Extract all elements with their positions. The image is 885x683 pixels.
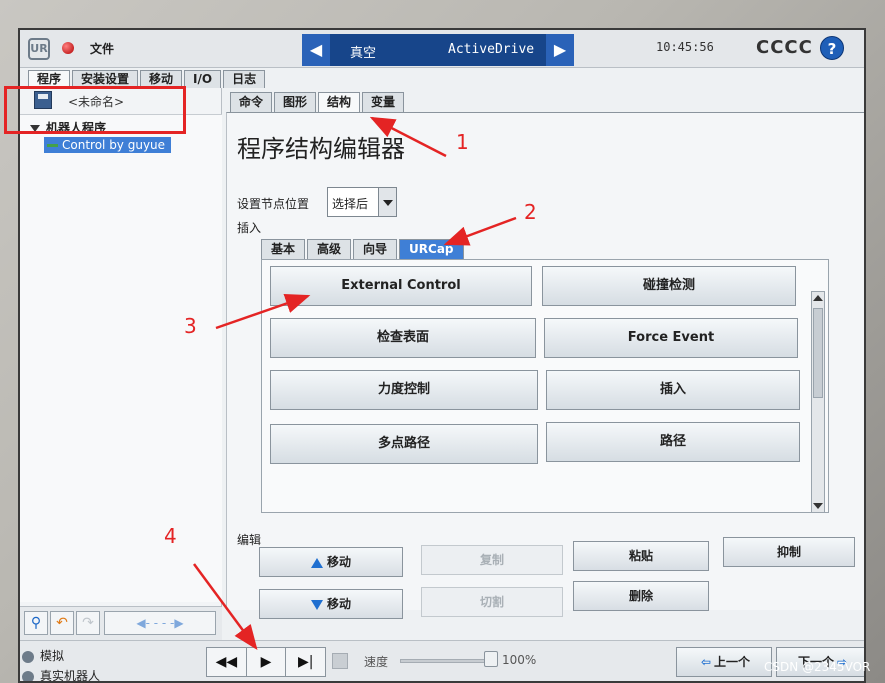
status-real-robot-label: 真实机器人 [40,669,101,683]
move-up-label: 移动 [326,555,351,569]
arrow-left-icon: ⇦ [700,655,712,669]
mode-real-label: 真空 [350,46,377,61]
insert-button[interactable]: 插入 [546,370,800,410]
tab-basic[interactable]: 基本 [261,239,306,259]
help-icon[interactable]: ? [820,36,844,60]
tree-node-label: Control by guyue [62,138,166,152]
move-up-button[interactable]: 移动 [259,547,403,577]
paste-button[interactable]: 粘贴 [573,541,709,571]
watermark: CSDN @2345VOR [764,660,871,674]
undo-icon[interactable]: ↶ [50,611,74,635]
node-position-select[interactable]: 选择后 [327,187,397,217]
move-down-button[interactable]: 移动 [259,589,403,619]
cut-button[interactable]: 切割 [421,587,563,617]
mode-prev-arrow-icon[interactable]: ◀ [302,34,330,66]
tab-graphics[interactable]: 图形 [274,92,317,112]
record-indicator-icon [62,42,74,54]
copy-button[interactable]: 复制 [421,545,563,575]
tab-io[interactable]: I/O [184,70,222,88]
speed-slider-knob[interactable] [484,651,498,667]
tree-node-control[interactable]: Control by guyue [44,137,172,153]
mode-bar: ◀ 真空 ActiveDrive ▶ [302,34,574,66]
file-menu[interactable]: 文件 [90,40,114,57]
tab-advanced[interactable]: 高级 [307,239,352,259]
header-bar: UR 文件 ◀ 真空 ActiveDrive ▶ 10:45:56 CCCC ? [20,30,864,68]
program-tree: 机器人程序 Control by guyue [20,114,222,602]
skip-back-icon[interactable]: ◀◀ [207,648,247,676]
status-simulation-label: 模拟 [40,649,65,663]
real-robot-radio-icon [22,670,34,681]
clock: 10:45:56 [656,40,714,54]
annotation-number-2: 2 [524,200,537,224]
urcap-scrollbar[interactable] [811,291,825,513]
step-forward-icon[interactable]: ▶| [286,648,325,676]
previous-label: 上一个 [714,655,751,669]
move-down-label: 移动 [326,597,351,611]
status-simulation[interactable]: 模拟 [22,647,64,664]
annotation-number-1: 1 [456,130,469,154]
structure-editor: 程序结构编辑器 设置节点位置 选择后 插入 基本 高级 向导 URCap Ext… [226,112,864,619]
active-drive-label: ActiveDrive [448,42,535,57]
program-sub-tabs: 命令 图形 结构 变量 [230,92,406,112]
external-control-button[interactable]: External Control [270,266,532,306]
chevron-down-icon [378,188,396,216]
multi-point-path-button[interactable]: 多点路径 [270,424,538,464]
tab-wizard[interactable]: 向导 [353,239,398,259]
program-tree-panel: <未命名> 机器人程序 Control by guyue [20,88,222,606]
force-event-button[interactable]: Force Event [544,318,798,358]
redo-icon[interactable]: ↷ [76,611,100,635]
drag-arrows-icon[interactable]: ◀- - - -▶ [104,611,216,635]
node-position-label: 设置节点位置 [237,197,310,211]
insert-label: 插入 [237,221,262,235]
tab-log[interactable]: 日志 [223,70,266,88]
tree-toolbar: ⚲ ↶ ↷ ◀- - - -▶ [20,606,222,640]
previous-button[interactable]: ⇦ 上一个 [676,647,772,677]
collision-detection-button[interactable]: 碰撞检测 [542,266,796,306]
stop-icon[interactable] [332,653,348,669]
delete-button[interactable]: 删除 [573,581,709,611]
speed-value: 100% [502,653,537,667]
mode-next-arrow-icon[interactable]: ▶ [546,34,574,66]
simulation-radio-icon [22,650,34,663]
status-real-robot[interactable]: 真实机器人 [22,667,101,683]
tab-command[interactable]: 命令 [230,92,273,112]
robot-name: CCCC [756,37,813,58]
tab-urcap[interactable]: URCap [399,239,464,259]
node-position-value: 选择后 [332,197,369,211]
tab-variables[interactable]: 变量 [362,92,405,112]
page-title: 程序结构编辑器 [237,135,405,163]
arrow-up-icon [310,557,323,568]
bottom-bar: 模拟 真实机器人 ◀◀ ▶ ▶| 速度 100% ⇦ 上一个 下一个 ⇨ [20,640,864,683]
node-line-icon [47,144,58,147]
scroll-up-icon[interactable] [813,295,823,301]
edit-label: 编辑 [237,533,262,547]
force-control-button[interactable]: 力度控制 [270,370,538,410]
path-button[interactable]: 路径 [546,422,800,462]
highlight-box [4,86,186,134]
speed-label: 速度 [364,655,389,669]
scroll-thumb[interactable] [813,308,823,398]
insert-tabs: 基本 高级 向导 URCap [261,239,466,259]
annotation-number-4: 4 [164,524,177,548]
ur-logo-icon: UR [28,38,50,60]
search-icon[interactable]: ⚲ [24,611,48,635]
speed-slider[interactable] [400,659,496,663]
annotation-number-3: 3 [184,314,197,338]
tab-structure[interactable]: 结构 [318,92,361,112]
urcap-panel: External Control 碰撞检测 检查表面 Force Event 力… [261,259,829,513]
suppress-button[interactable]: 抑制 [723,537,855,567]
check-surface-button[interactable]: 检查表面 [270,318,536,358]
play-icon[interactable]: ▶ [247,648,287,676]
scroll-down-icon[interactable] [813,503,823,509]
arrow-down-icon [310,599,323,610]
transport-controls: ◀◀ ▶ ▶| [206,647,326,677]
